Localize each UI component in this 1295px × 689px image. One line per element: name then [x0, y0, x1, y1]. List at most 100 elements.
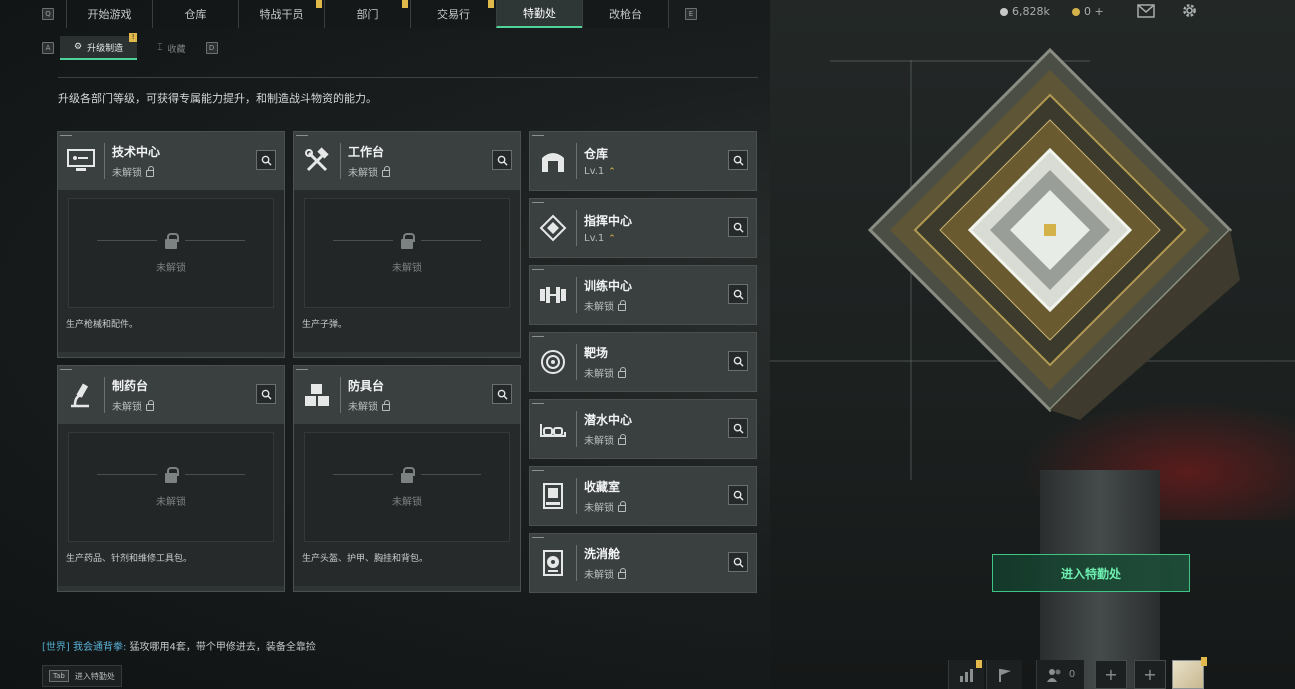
inspect-button[interactable]: [728, 418, 748, 438]
lock-icon: [618, 366, 626, 378]
inspect-button[interactable]: [728, 284, 748, 304]
inspect-button[interactable]: [728, 150, 748, 170]
locked-slot: 未解锁: [68, 198, 274, 308]
dumbbell-icon: [530, 273, 576, 317]
tab-gunsmith[interactable]: 改枪台: [582, 0, 668, 28]
facility-name: 制药台: [112, 379, 149, 393]
facility-decontamination[interactable]: 洗消舱 未解锁: [529, 533, 757, 593]
silver-currency[interactable]: 6,828k: [1000, 5, 1050, 18]
magnifier-icon: [733, 222, 744, 233]
subtab-collection[interactable]: ⌶ 收藏: [143, 36, 199, 60]
chat-sender: 我会通背拳:: [73, 642, 127, 653]
inspect-button[interactable]: [728, 351, 748, 371]
computer-icon: [58, 139, 104, 183]
gear-icon[interactable]: [1181, 2, 1198, 19]
divider: [58, 77, 758, 78]
mail-icon[interactable]: [1137, 4, 1155, 18]
friends-icon: [1046, 668, 1061, 682]
key-hint-a: A: [42, 42, 54, 54]
inspect-button[interactable]: [728, 217, 748, 237]
chat-channel: [世界]: [42, 642, 70, 653]
enter-special-ops-button[interactable]: 进入特勤处: [992, 554, 1190, 592]
add-slot-button[interactable]: +: [1095, 660, 1127, 689]
subtab-upgrade-craft[interactable]: ⚙ 升级制造 !: [60, 33, 138, 60]
card-pharmacy[interactable]: 制药台 未解锁 未解锁 生产药品、针剂和维修工具包。: [57, 365, 285, 592]
inspect-button[interactable]: [256, 384, 276, 404]
tab-warehouse[interactable]: 仓库: [152, 0, 238, 28]
facility-shooting-range[interactable]: 靶场 未解锁: [529, 332, 757, 392]
target-icon: [530, 340, 576, 384]
production-description: 生产药品、针剂和维修工具包。: [66, 554, 193, 564]
upgrade-arrow-icon: ⌃: [608, 166, 616, 177]
upgrade-arrow-icon: ⌃: [608, 233, 616, 244]
gold-coin-icon: [1072, 7, 1080, 16]
tab-key-hint[interactable]: Tab 进入特勤处: [42, 665, 122, 687]
lock-icon: [146, 165, 154, 177]
radiation-icon: [530, 541, 576, 585]
avatar[interactable]: [1172, 657, 1207, 689]
facility-warehouse[interactable]: 仓库 Lv.1 ⌃: [529, 131, 757, 191]
tab-operators[interactable]: 特战干员: [238, 0, 324, 28]
alert-badge: [488, 0, 494, 8]
alert-badge: [316, 0, 322, 8]
facility-name: 工作台: [348, 145, 385, 159]
lock-icon: [401, 466, 415, 483]
facility-diving-center[interactable]: 潜水中心 未解锁: [529, 399, 757, 459]
command-diamond-icon: [530, 206, 576, 250]
sub-navigation: A ⚙ 升级制造 ! ⌶ 收藏 D: [42, 33, 218, 60]
gold-currency[interactable]: 0 +: [1072, 5, 1104, 18]
special-ops-cube-model: [867, 47, 1240, 420]
inspect-button[interactable]: [492, 384, 512, 404]
lock-icon: [618, 299, 626, 311]
card-tech-center[interactable]: 技术中心 未解锁 未解锁 生产枪械和配件。: [57, 131, 285, 358]
stats-button[interactable]: [948, 660, 984, 689]
locked-slot: 未解锁: [68, 432, 274, 542]
magnifier-icon: [261, 155, 272, 166]
goggles-icon: [530, 407, 576, 451]
inspect-button[interactable]: [728, 485, 748, 505]
gear-small-icon: ⚙: [74, 42, 83, 52]
facility-training-center[interactable]: 训练中心 未解锁: [529, 265, 757, 325]
plus-icon: +: [1104, 665, 1118, 684]
facility-name: 训练中心: [584, 279, 633, 293]
lock-icon: [146, 399, 154, 411]
locked-slot: 未解锁: [304, 432, 510, 542]
inspect-button[interactable]: [256, 150, 276, 170]
tab-trading[interactable]: 交易行: [410, 0, 496, 28]
flag-button[interactable]: [986, 660, 1022, 689]
facility-name: 靶场: [584, 346, 609, 360]
inspect-button[interactable]: [728, 552, 748, 572]
lock-icon: [382, 399, 390, 411]
chat-message[interactable]: [世界] 我会通背拳: 猛攻哪用4套，带个甲修进去，装备全靠捡: [42, 638, 316, 653]
lock-icon: [618, 500, 626, 512]
tab-special-ops[interactable]: 特勤处: [496, 0, 582, 28]
magnifier-icon: [733, 289, 744, 300]
chat-text: 猛攻哪用4套，带个甲修进去，装备全靠捡: [129, 642, 316, 653]
facility-collection-room[interactable]: 收藏室 未解锁: [529, 466, 757, 526]
lock-icon: [401, 232, 415, 249]
magnifier-icon: [733, 557, 744, 568]
facility-command-center[interactable]: 指挥中心 Lv.1 ⌃: [529, 198, 757, 258]
facility-name: 仓库: [584, 147, 609, 161]
flag-icon: [998, 668, 1011, 682]
friends-button[interactable]: 0: [1036, 660, 1084, 689]
production-description: 生产头盔、护甲、胸挂和背包。: [302, 554, 429, 564]
warehouse-icon: [530, 139, 576, 183]
tab-start-game[interactable]: 开始游戏: [66, 0, 152, 28]
card-armor-bench[interactable]: 防具台 未解锁 未解锁 生产头盔、护甲、胸挂和背包。: [293, 365, 521, 592]
tab-departments[interactable]: 部门: [324, 0, 410, 28]
cubes-icon: [294, 373, 340, 417]
card-workbench[interactable]: 工作台 未解锁 未解锁 生产子弹。: [293, 131, 521, 358]
microscope-icon: [58, 373, 104, 417]
magnifier-icon: [733, 356, 744, 367]
page-description: 升级各部门等级，可获得专属能力提升，和制造战斗物资的能力。: [58, 92, 377, 105]
production-description: 生产子弹。: [302, 320, 348, 330]
alert-badge: !: [129, 33, 138, 42]
facility-name: 潜水中心: [584, 413, 633, 427]
facility-name: 洗消舱: [584, 547, 621, 561]
tab-key: Tab: [49, 670, 69, 682]
magnifier-icon: [497, 389, 508, 400]
inspect-button[interactable]: [492, 150, 512, 170]
add-slot-button[interactable]: +: [1134, 660, 1166, 689]
magnifier-icon: [733, 155, 744, 166]
